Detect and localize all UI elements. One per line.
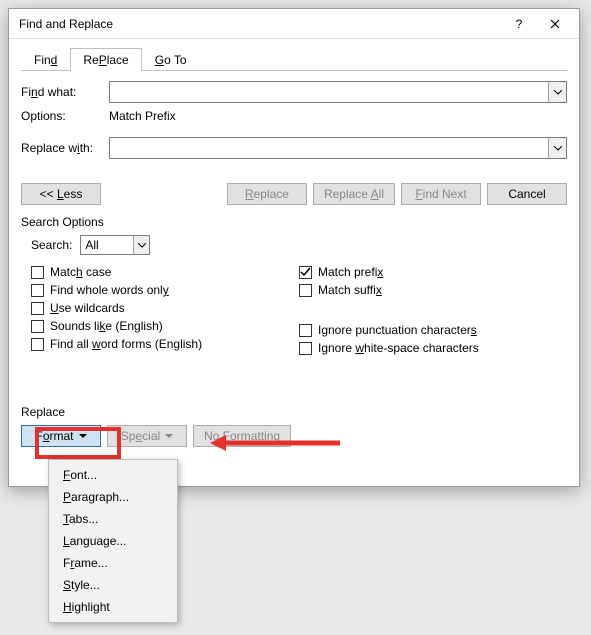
ignore-whitespace-checkbox[interactable]: Ignore white-space characters <box>299 341 567 355</box>
bottom-buttons-row: Format Special No Formatting <box>21 425 567 447</box>
word-forms-checkbox[interactable]: Find all word forms (English) <box>31 337 299 351</box>
spacer <box>21 355 567 389</box>
replace-section-label: Replace <box>21 405 567 419</box>
checkbox-icon <box>31 338 44 351</box>
help-icon: ? <box>516 17 523 31</box>
checkbox-icon <box>299 284 312 297</box>
checkbox-icon <box>31 284 44 297</box>
tab-strip: Find RePlace Go To <box>21 47 567 71</box>
search-direction-select[interactable]: All <box>80 235 150 255</box>
search-direction-value: All <box>85 238 98 252</box>
format-dropdown-menu: Font... Paragraph... Tabs... Language...… <box>48 459 178 623</box>
close-icon <box>550 19 560 29</box>
checkbox-icon <box>31 302 44 315</box>
checkbox-icon <box>31 320 44 333</box>
special-button[interactable]: Special <box>107 425 187 447</box>
chevron-down-icon <box>554 90 562 95</box>
search-direction-dropdown[interactable] <box>133 236 149 254</box>
less-button[interactable]: << Less <box>21 183 101 205</box>
search-direction-row: Search: All <box>31 235 567 255</box>
whole-words-checkbox[interactable]: Find whole words only <box>31 283 299 297</box>
find-next-button[interactable]: Find Next <box>401 183 481 205</box>
checkbox-icon <box>31 266 44 279</box>
tab-replace[interactable]: RePlace <box>70 48 141 71</box>
use-wildcards-checkbox[interactable]: Use wildcards <box>31 301 299 315</box>
checkbox-icon <box>299 324 312 337</box>
menu-item-paragraph[interactable]: Paragraph... <box>49 486 177 508</box>
checkbox-icon <box>299 266 312 279</box>
replace-all-button[interactable]: Replace All <box>313 183 395 205</box>
ignore-punctuation-checkbox[interactable]: Ignore punctuation characters <box>299 323 567 337</box>
tab-goto[interactable]: Go To <box>142 48 200 71</box>
replace-with-label: Replace with: <box>21 141 109 155</box>
replace-with-input[interactable] <box>109 137 567 159</box>
match-suffix-checkbox[interactable]: Match suffix <box>299 283 567 297</box>
tab-find[interactable]: Find <box>21 48 70 71</box>
replace-with-dropdown[interactable] <box>548 138 566 158</box>
find-what-label: Find what: <box>21 85 109 99</box>
format-button[interactable]: Format <box>21 425 101 447</box>
find-what-dropdown[interactable] <box>548 82 566 102</box>
menu-item-highlight[interactable]: Highlight <box>49 596 177 618</box>
close-button[interactable] <box>537 11 573 37</box>
chevron-down-icon <box>554 146 562 151</box>
replace-button[interactable]: Replace <box>227 183 307 205</box>
search-options-label: Search Options <box>21 215 567 229</box>
dialog-title: Find and Replace <box>19 17 501 31</box>
menu-item-font[interactable]: Font... <box>49 464 177 486</box>
chevron-down-icon <box>138 243 146 248</box>
cancel-button[interactable]: Cancel <box>487 183 567 205</box>
spacer <box>107 183 221 205</box>
checkbox-icon <box>299 342 312 355</box>
spacer <box>299 301 567 319</box>
replace-with-row: Replace with: <box>21 137 567 159</box>
find-and-replace-dialog: Find and Replace ? Find RePlace Go To Fi… <box>8 8 580 487</box>
action-buttons-row: << Less Replace Replace All Find Next Ca… <box>21 183 567 205</box>
options-row: Options: Match Prefix <box>21 109 567 123</box>
options-col-right: Match prefix Match suffix Ignore punctua… <box>299 265 567 355</box>
help-button[interactable]: ? <box>501 11 537 37</box>
find-what-row: Find what: <box>21 81 567 103</box>
menu-item-frame[interactable]: Frame... <box>49 552 177 574</box>
menu-item-tabs[interactable]: Tabs... <box>49 508 177 530</box>
options-columns: Match case Find whole words only Use wil… <box>31 265 567 355</box>
menu-item-language[interactable]: Language... <box>49 530 177 552</box>
find-what-input[interactable] <box>109 81 567 103</box>
options-value: Match Prefix <box>109 109 176 123</box>
titlebar: Find and Replace ? <box>9 9 579 39</box>
options-col-left: Match case Find whole words only Use wil… <box>31 265 299 355</box>
options-label: Options: <box>21 109 109 123</box>
match-case-checkbox[interactable]: Match case <box>31 265 299 279</box>
dialog-body: Find RePlace Go To Find what: Options: M… <box>9 39 579 459</box>
match-prefix-checkbox[interactable]: Match prefix <box>299 265 567 279</box>
menu-item-style[interactable]: Style... <box>49 574 177 596</box>
search-label: Search: <box>31 238 72 252</box>
no-formatting-button[interactable]: No Formatting <box>193 425 291 447</box>
sounds-like-checkbox[interactable]: Sounds like (English) <box>31 319 299 333</box>
